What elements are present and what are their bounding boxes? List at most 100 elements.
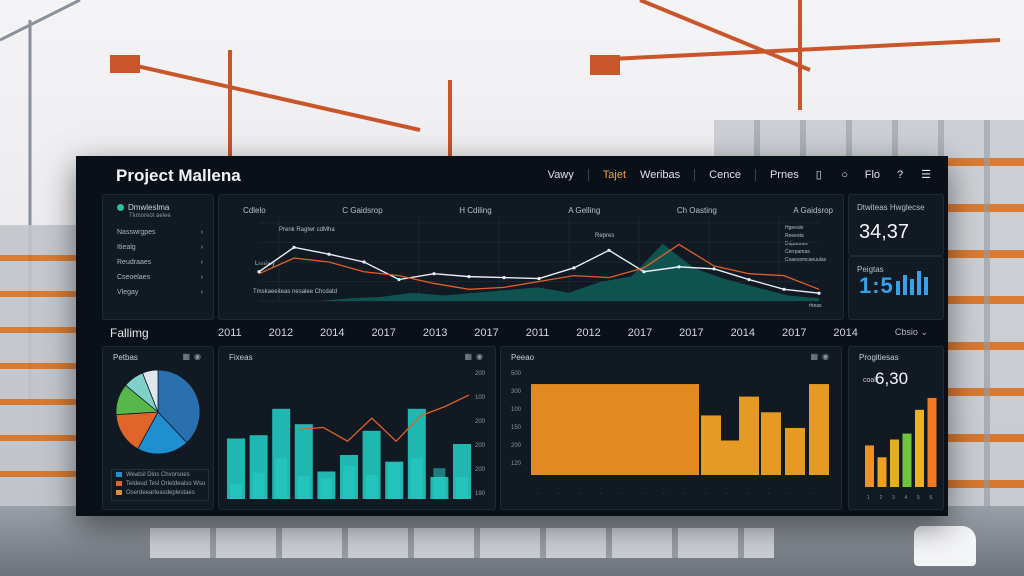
status-dot-icon — [117, 204, 124, 212]
progress-bar-panel: Progitiesas coal 6,30 123456 — [848, 346, 944, 510]
chevron-right-icon: › — [200, 229, 203, 236]
sidebar-item[interactable]: Reudraaes › — [117, 259, 203, 274]
y-tick-label: 500 — [511, 371, 522, 377]
legend-item: Oserdeearteasdeplestaes — [112, 488, 208, 497]
nav-divider — [587, 168, 589, 181]
bar-overlay — [230, 483, 242, 499]
help-icon[interactable]: ? — [894, 169, 906, 181]
legend-label: Teldeud Tesl Orletdealso Wsu — [126, 480, 206, 487]
nav-item-prnes[interactable]: Prnes — [770, 169, 799, 181]
kpi-value: 1:5 — [859, 271, 928, 299]
sidebar-item[interactable]: Itiealg › — [117, 244, 203, 259]
y-tick-label: 100 — [511, 407, 522, 413]
chevron-right-icon: › — [200, 259, 203, 266]
legend-item: Teldeud Tesl Orletdealso Wsu — [112, 479, 208, 488]
sidebar-subheading: Tkmoreot aelee — [129, 213, 171, 219]
dashboard: Project Mallena Vawy Tajet Weribas Cence… — [76, 156, 948, 516]
x-tick-label: 3 — [892, 495, 895, 501]
bar-chart-orange: 500 300 100 150 200 120 · · · · · · · · · · · · · · — [511, 371, 829, 497]
x-tick-label: · — [810, 491, 812, 497]
bar — [531, 384, 699, 475]
bar — [761, 412, 781, 475]
y-tick-label: 120 — [511, 461, 522, 467]
bar-chart-teal: 200 100 200 200 200 190 — [227, 371, 486, 499]
data-point — [397, 277, 401, 282]
year-label[interactable]: 2011 — [218, 327, 242, 339]
trend-chart: Prenk Raglwr cdMha Lrmhey Repres Tmskaee… — [253, 217, 827, 309]
kpi-card-secondary: Peigtas 1:5 — [848, 256, 944, 320]
year-label[interactable]: 2012 — [576, 327, 600, 339]
sidebar-item[interactable]: Vlegay › — [117, 289, 203, 304]
kpi-value: 34,37 — [859, 221, 910, 243]
dropdown-value: Cbsio — [894, 327, 918, 337]
bar-chart-panel-teal: Fixeas ▦◉ 200 100 200 200 200 190 — [218, 346, 496, 510]
year-label[interactable]: 2012 — [269, 327, 293, 339]
chevron-right-icon: › — [200, 289, 203, 296]
y-tick-label: 200 — [475, 467, 486, 473]
chevron-right-icon: › — [200, 274, 203, 281]
sidebar-item-label: Cseoelaes — [117, 274, 151, 281]
sidebar-item[interactable]: Nasswrgpes › — [117, 229, 203, 244]
data-point — [327, 252, 331, 256]
x-tick-label: · — [747, 491, 749, 497]
chevron-right-icon: › — [200, 244, 203, 251]
annotation-bottom: Tmskaeeiteas nesalee Chcdatd — [253, 289, 337, 295]
legend-label: Oserdeearteasdeplestaes — [126, 489, 195, 496]
year-label[interactable]: 2013 — [423, 327, 447, 339]
year-label[interactable]: 2011 — [526, 327, 550, 339]
data-point — [432, 272, 436, 276]
bar — [877, 457, 887, 487]
x-tick-label: · — [684, 491, 686, 497]
sidebar-item-label: Itiealg — [117, 244, 136, 251]
legend-item: Weatsil Dlos Chvorsoes — [112, 470, 208, 479]
year-label[interactable]: 2014 — [731, 327, 755, 339]
year-label[interactable]: 2017 — [474, 327, 498, 339]
y-tick-label: 200 — [475, 419, 486, 425]
nav-item-flo[interactable]: Flo — [865, 169, 880, 181]
x-tick-label: 2 — [880, 495, 883, 501]
data-point — [502, 276, 506, 280]
x-tick-label: · — [579, 491, 581, 497]
data-point — [747, 277, 751, 282]
page-title: Project Mallena — [116, 166, 241, 185]
top-nav: Vawy Tajet Weribas Cence Prnes ▯ ○ Flo ?… — [548, 168, 932, 181]
pie-chart-panel: Petbas ▦◉ Weatsil Dlos Chvorsoes Teldeud… — [102, 346, 214, 510]
x-tick-label: · — [789, 491, 791, 497]
year-label[interactable]: 2017 — [679, 327, 703, 339]
bar-overlay — [252, 472, 265, 499]
bar-overlay — [388, 462, 401, 499]
annotation-bottom-right: rheas — [809, 303, 822, 309]
legend-swatch — [116, 481, 122, 486]
chevron-down-icon: ⌄ — [920, 327, 928, 337]
year-label[interactable]: 2017 — [371, 327, 395, 339]
bell-icon[interactable]: ○ — [839, 169, 851, 181]
y-tick-label: 200 — [475, 443, 486, 449]
x-tick-label: 5 — [917, 495, 920, 501]
year-label[interactable]: 2017 — [782, 327, 806, 339]
sidebar-heading: Dmwleslma — [117, 203, 169, 212]
legend-label: Weatsil Dlos Chvorsoes — [126, 471, 190, 478]
nav-item-tajet[interactable]: Tajet — [603, 169, 626, 181]
bar — [890, 439, 899, 487]
sidebar-item[interactable]: Cseoelaes › — [117, 274, 203, 289]
data-point — [257, 270, 261, 274]
bar-overlay — [456, 477, 468, 499]
nav-divider — [694, 168, 696, 181]
van — [914, 526, 976, 566]
timeline-dropdown[interactable]: Cbsio ⌄ — [895, 327, 928, 338]
pie-legend: Weatsil Dlos Chvorsoes Teldeud Tesl Orle… — [111, 469, 209, 501]
nav-item-cence[interactable]: Cence — [709, 169, 741, 181]
legend-swatch — [116, 472, 122, 477]
year-label[interactable]: 2017 — [628, 327, 652, 339]
sidebar-panel: Dmwleslma Tkmoreot aelee Nasswrgpes › Iti… — [102, 194, 214, 320]
nav-item-weribas[interactable]: Weribas — [640, 169, 680, 181]
nav-divider — [754, 168, 756, 181]
y-tick-label: 300 — [511, 389, 522, 395]
bar — [809, 384, 829, 475]
document-icon[interactable]: ▯ — [813, 168, 825, 181]
menu-icon[interactable]: ☰ — [920, 168, 932, 181]
year-label[interactable]: 2014 — [320, 327, 344, 339]
bar-overlay — [275, 458, 288, 499]
nav-item-vawy[interactable]: Vawy — [548, 169, 574, 181]
year-label[interactable]: 2014 — [833, 327, 857, 339]
